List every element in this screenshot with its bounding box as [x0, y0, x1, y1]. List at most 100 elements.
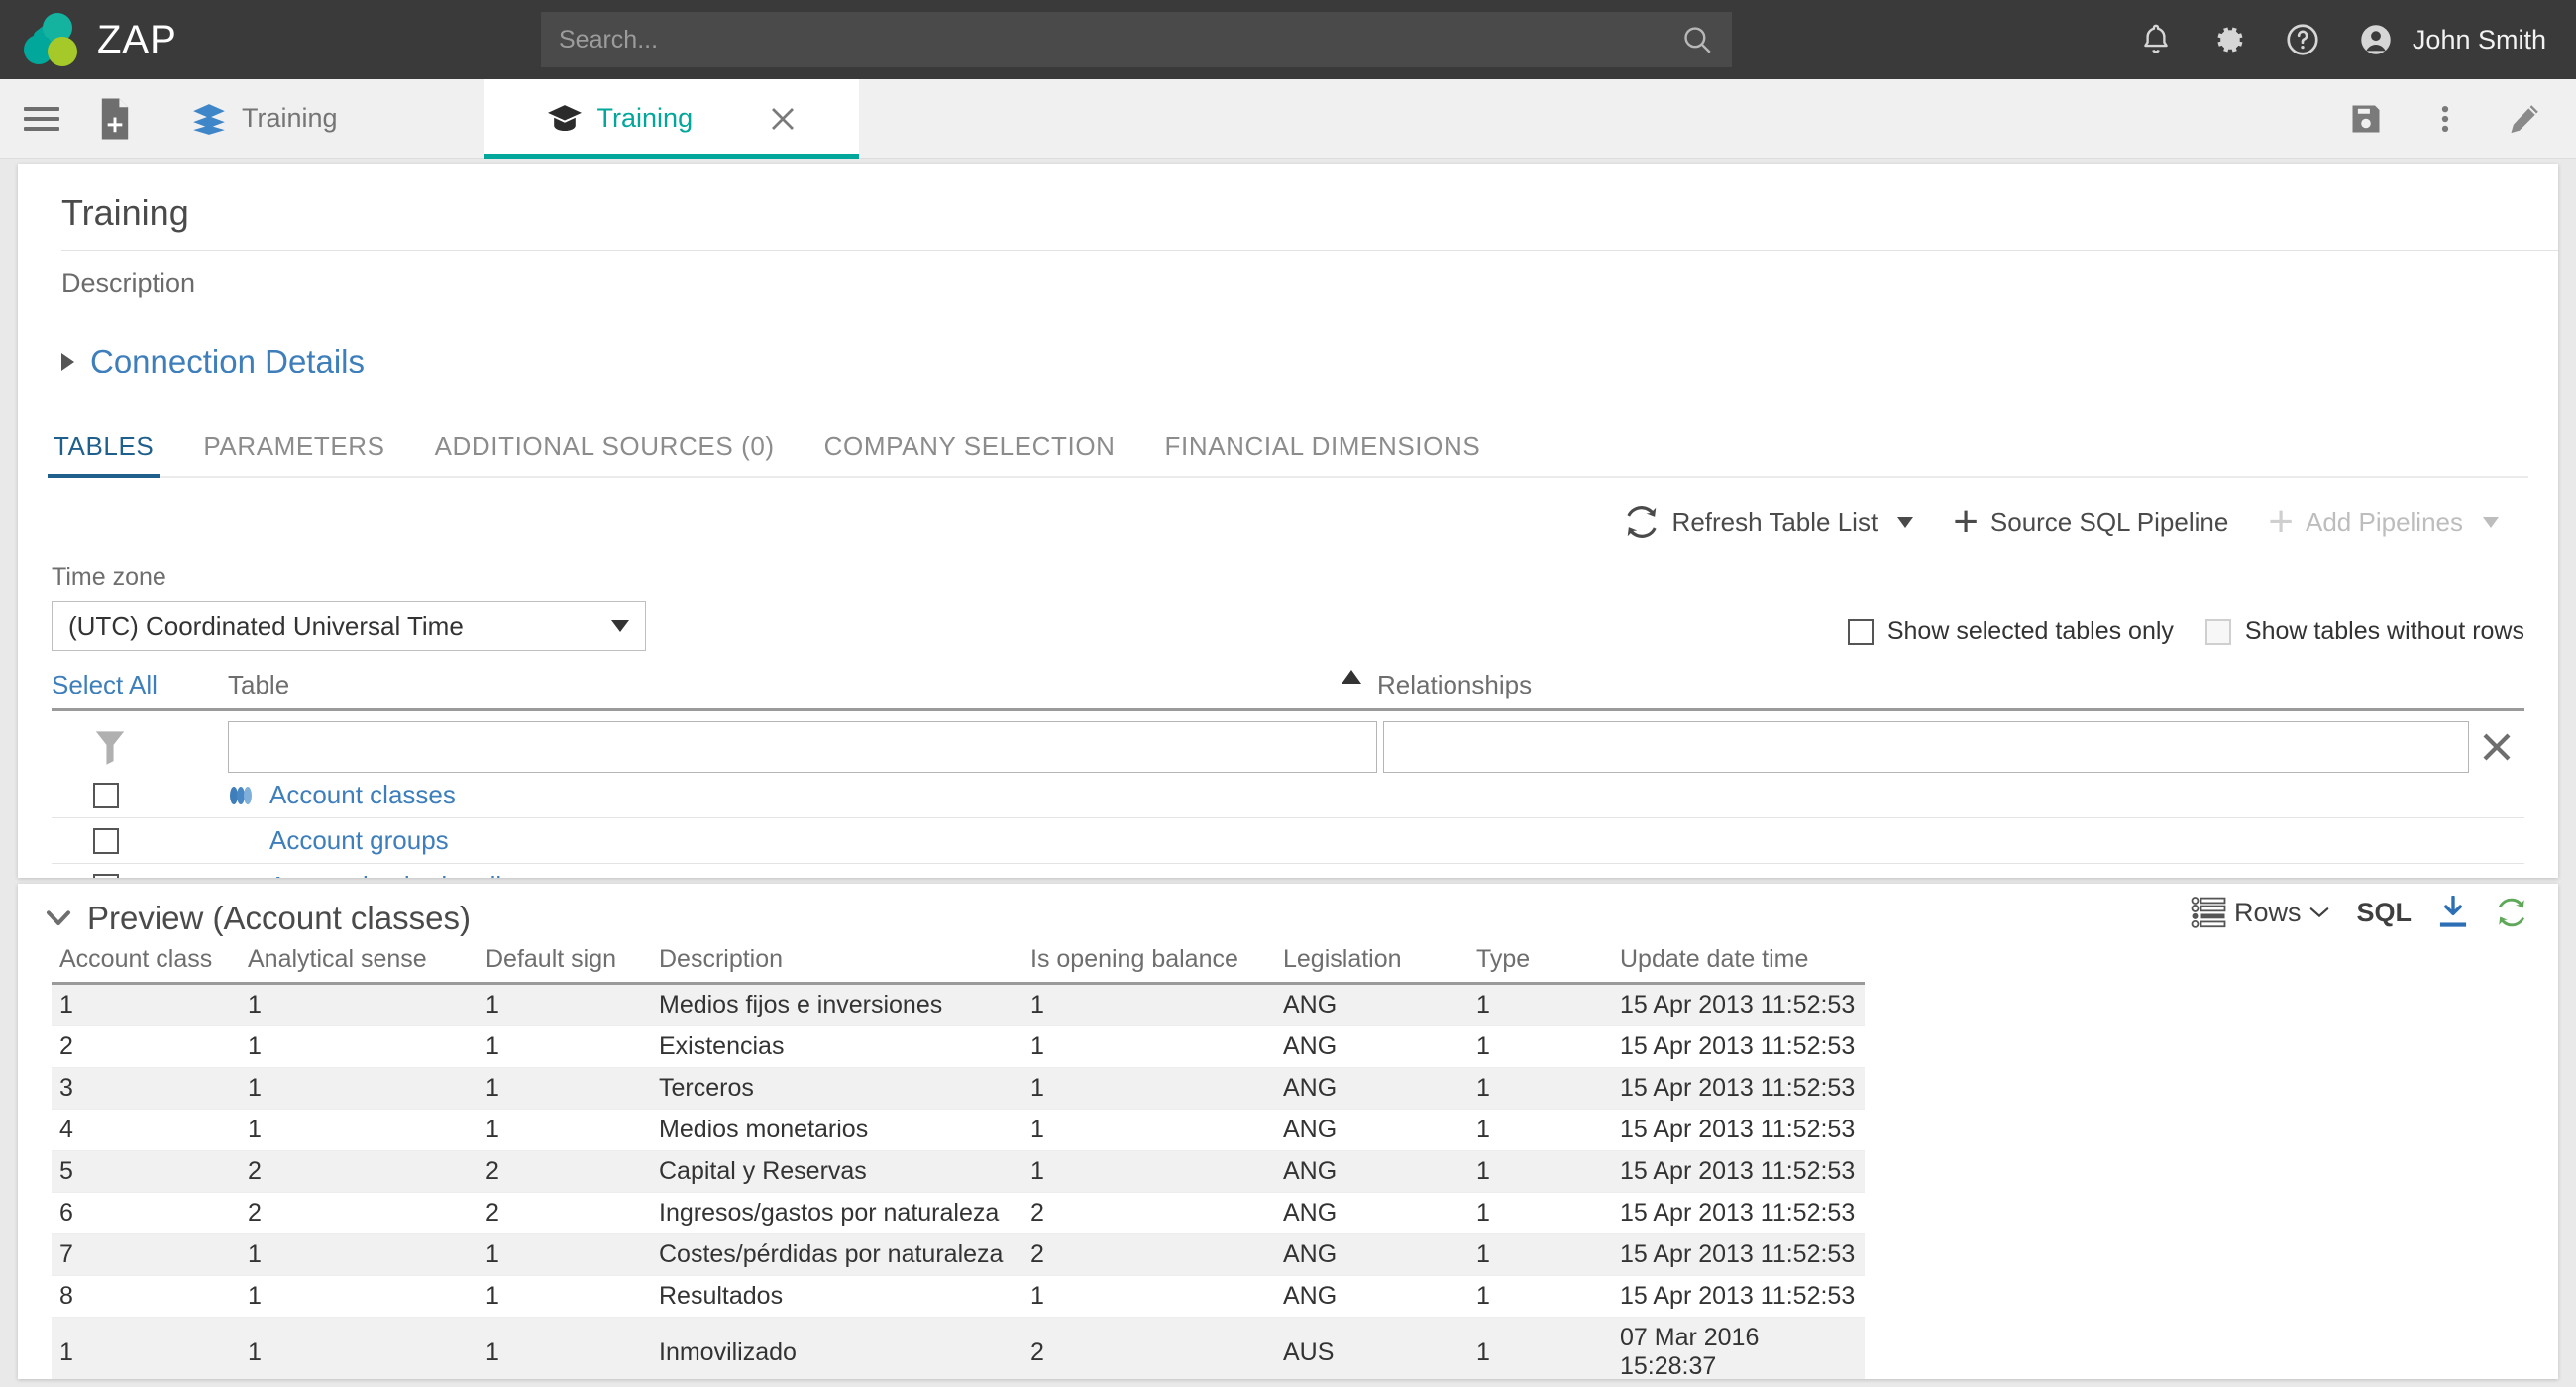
preview-table-row[interactable]: 1 1 1 Medios fijos e inversiones 1 ANG 1 15 Apr…	[52, 983, 1865, 1026]
table-name-link[interactable]: Account groups	[269, 825, 449, 856]
row-checkbox-cell	[52, 782, 228, 808]
preview-cell: AUS	[1275, 1317, 1468, 1379]
new-document-icon[interactable]	[97, 97, 133, 141]
row-checkbox[interactable]	[93, 873, 119, 878]
preview-col-default-sign[interactable]: Default sign	[478, 941, 651, 985]
source-sql-pipeline-label: Source SQL Pipeline	[1989, 506, 2229, 537]
preview-col-account-class[interactable]: Account class	[52, 941, 240, 985]
close-icon	[2483, 733, 2511, 761]
tab-training-inactive[interactable]: Training	[161, 79, 368, 159]
search-icon[interactable]	[1680, 23, 1714, 56]
more-vertical-icon[interactable]	[2427, 101, 2463, 137]
avatar-icon[interactable]	[2357, 21, 2395, 58]
show-tables-without-rows-label[interactable]: Show tables without rows	[2245, 617, 2524, 646]
preview-cell: 2	[52, 1025, 240, 1068]
preview-cell: 1	[1468, 1317, 1612, 1379]
sql-button[interactable]: SQL	[2356, 898, 2412, 928]
plus-icon: +	[1953, 497, 1979, 546]
column-header-relationships[interactable]: Relationships	[1377, 670, 1532, 700]
subtab-financial-dimensions[interactable]: FINANCIAL DIMENSIONS	[1159, 431, 1487, 476]
subtab-tables[interactable]: TABLES	[48, 431, 161, 478]
tab-bar: Training Training	[0, 78, 2576, 159]
chevron-down-icon[interactable]	[2308, 905, 2330, 920]
column-header-table[interactable]: Table	[228, 670, 1377, 700]
preview-cell: 1	[1468, 983, 1612, 1026]
preview-table-row[interactable]: 2 1 1 Existencias 1 ANG 1 15 Apr 2013 11:52:53	[52, 1025, 1865, 1068]
chevron-down-icon[interactable]	[2483, 516, 2499, 528]
search-bar[interactable]	[541, 12, 1732, 67]
table-name-link[interactable]: Accounting budget lines	[269, 871, 543, 878]
preview-col-type[interactable]: Type	[1468, 941, 1612, 985]
select-all-link[interactable]: Select All	[52, 670, 228, 700]
table-row[interactable]: Account groups	[52, 818, 2524, 864]
show-selected-tables-only-label[interactable]: Show selected tables only	[1887, 617, 2174, 646]
chevron-right-icon	[61, 353, 74, 371]
tab-training-active[interactable]: Training	[483, 78, 860, 159]
row-checkbox[interactable]	[93, 827, 119, 854]
preview-cell: 1	[1022, 1025, 1275, 1068]
filter-table-input[interactable]	[228, 721, 1377, 773]
preview-table-row[interactable]: 1 1 1 Inmovilizado 2 AUS 1 07 Mar 2016 15:28:37	[52, 1317, 1865, 1379]
refresh-table-list-button[interactable]: Refresh Table List	[1623, 503, 1914, 541]
preview-table-row[interactable]: 6 2 2 Ingresos/gastos por naturaleza 2 ANG 1 15…	[52, 1192, 1865, 1234]
preview-cell: Terceros	[651, 1067, 1022, 1110]
preview-cell: 1	[52, 983, 240, 1026]
preview-table-row[interactable]: 4 1 1 Medios monetarios 1 ANG 1 15 Apr 2013 11:…	[52, 1109, 1865, 1151]
chevron-down-icon[interactable]	[44, 904, 73, 933]
filter-relationships-input[interactable]	[1383, 721, 2469, 773]
close-icon[interactable]	[768, 104, 798, 134]
rows-list-icon	[2191, 897, 2226, 928]
source-sql-pipeline-button[interactable]: + Source SQL Pipeline	[1953, 497, 2229, 546]
table-row[interactable]: Account classes	[52, 773, 2524, 818]
hamburger-menu-icon[interactable]	[24, 101, 59, 137]
preview-cell: ANG	[1275, 983, 1468, 1026]
row-checkbox[interactable]	[93, 782, 119, 808]
preview-col-legislation[interactable]: Legislation	[1275, 941, 1468, 985]
chevron-down-icon[interactable]	[1897, 516, 1914, 528]
preview-col-is-opening-balance[interactable]: Is opening balance	[1022, 941, 1275, 985]
preview-tools: Rows SQL	[2191, 896, 2528, 929]
preview-table-row[interactable]: 7 1 1 Costes/pérdidas por naturaleza 2 ANG 1 15…	[52, 1233, 1865, 1276]
preview-cell: 15 Apr 2013 11:52:53	[1612, 1109, 1865, 1151]
rows-selector[interactable]: Rows	[2191, 896, 2331, 929]
subtab-additional-sources[interactable]: ADDITIONAL SOURCES (0)	[429, 431, 781, 476]
funnel-icon[interactable]	[93, 727, 127, 767]
table-action-bar: Refresh Table List + Source SQL Pipeline…	[18, 478, 2558, 546]
preview-cell: ANG	[1275, 1150, 1468, 1193]
preview-col-analytical-sense[interactable]: Analytical sense	[240, 941, 478, 985]
chevron-down-icon[interactable]	[611, 620, 629, 632]
main-content-card: Training Description Connection Details …	[18, 164, 2558, 878]
preview-table-row[interactable]: 5 2 2 Capital y Reservas 1 ANG 1 15 Apr 2013 11…	[52, 1150, 1865, 1193]
clear-filter-button[interactable]	[2469, 729, 2524, 765]
graduation-cap-icon	[547, 104, 582, 131]
subtab-company-selection[interactable]: COMPANY SELECTION	[818, 431, 1122, 476]
show-selected-tables-only-checkbox[interactable]	[1847, 618, 1874, 645]
sort-ascending-icon[interactable]	[1342, 670, 1361, 684]
subtab-parameters[interactable]: PARAMETERS	[197, 431, 390, 476]
gear-icon[interactable]	[2210, 21, 2248, 58]
preview-header: Preview (Account classes) Rows SQL	[18, 884, 2558, 941]
refresh-icon[interactable]	[2495, 896, 2528, 929]
help-icon[interactable]	[2284, 21, 2321, 58]
preview-cell: 1	[240, 1275, 478, 1318]
brand-logo[interactable]: ZAP	[0, 11, 177, 68]
preview-cell: 2	[1022, 1192, 1275, 1234]
show-tables-without-rows-checkbox[interactable]	[2204, 618, 2231, 645]
preview-cell: 8	[52, 1275, 240, 1318]
download-icon[interactable]	[2437, 896, 2469, 929]
edit-pencil-icon[interactable]	[2507, 101, 2542, 137]
preview-col-update-date-time[interactable]: Update date time	[1612, 941, 1865, 985]
preview-table-row[interactable]: 8 1 1 Resultados 1 ANG 1 15 Apr 2013 11:52:53	[52, 1275, 1865, 1318]
preview-table-row[interactable]: 3 1 1 Terceros 1 ANG 1 15 Apr 2013 11:52:53	[52, 1067, 1865, 1110]
table-name-link[interactable]: Account classes	[269, 780, 456, 810]
user-menu[interactable]: John Smith	[2357, 21, 2546, 58]
add-pipelines-button[interactable]: + Add Pipelines	[2268, 497, 2499, 546]
search-input[interactable]	[559, 25, 1680, 54]
save-icon[interactable]	[2348, 101, 2384, 137]
bell-icon[interactable]	[2137, 21, 2175, 58]
table-row[interactable]: Accounting budget lines	[52, 864, 2524, 878]
plus-icon: +	[2268, 497, 2294, 546]
preview-col-description[interactable]: Description	[651, 941, 1022, 985]
connection-details-toggle[interactable]: Connection Details	[18, 299, 365, 380]
layers-icon	[193, 103, 225, 135]
